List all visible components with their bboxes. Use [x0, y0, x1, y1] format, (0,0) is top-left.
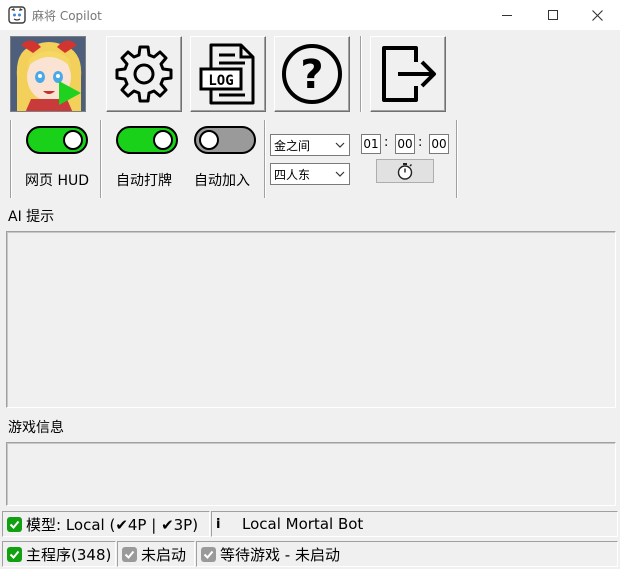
- minimize-button[interactable]: [484, 0, 530, 30]
- avatar-start-button[interactable]: [10, 36, 86, 112]
- game-status: 等待游戏 - 未启动: [196, 541, 618, 567]
- settings-button[interactable]: [106, 36, 182, 112]
- gear-icon: [115, 45, 173, 103]
- question-icon: ?: [282, 44, 342, 104]
- controls-separator: [100, 120, 102, 198]
- minimize-icon: [502, 15, 512, 16]
- web-hud-label: 网页 HUD: [25, 173, 90, 189]
- close-icon: [591, 9, 603, 21]
- help-button[interactable]: ?: [274, 36, 350, 112]
- toggle-knob: [63, 130, 83, 150]
- check-icon: [122, 546, 137, 562]
- timer-seconds-input[interactable]: 00: [429, 134, 449, 154]
- log-icon-text: LOG: [208, 73, 233, 89]
- auto-play-label: 自动打牌: [116, 173, 172, 189]
- bot-name-text: Local Mortal Bot: [242, 515, 364, 533]
- main-program-status: 主程序(348): [2, 541, 116, 567]
- controls-separator: [264, 120, 266, 198]
- stopwatch-icon: [397, 163, 413, 180]
- window-title: 麻将 Copilot: [32, 9, 102, 23]
- room-select-value: 金之间: [274, 139, 311, 153]
- ai-hint-panel: [6, 231, 616, 408]
- game-status-text: 等待游戏 - 未启动: [220, 545, 340, 564]
- timer-hours-input[interactable]: 01: [361, 134, 381, 154]
- web-hud-toggle[interactable]: [26, 126, 88, 154]
- chevron-down-icon: [335, 171, 345, 177]
- mode-select-value: 四人东: [274, 168, 311, 182]
- browser-status-text: 未启动: [141, 545, 187, 564]
- maximize-icon: [548, 10, 558, 20]
- browser-status: 未启动: [117, 541, 195, 567]
- check-icon: [201, 546, 216, 562]
- title-bar: 麻将 Copilot: [0, 0, 620, 30]
- auto-join-toggle[interactable]: [194, 126, 256, 154]
- ai-hint-label: AI 提示: [8, 209, 55, 225]
- toggle-knob: [199, 130, 219, 150]
- log-button[interactable]: LOG: [190, 36, 266, 112]
- app-cat-icon: [8, 6, 26, 24]
- log-file-icon: LOG: [199, 43, 255, 105]
- game-info-label: 游戏信息: [8, 420, 64, 436]
- auto-join-label: 自动加入: [194, 173, 250, 189]
- mode-select[interactable]: 四人东: [270, 163, 350, 185]
- toolbar-separator: [360, 36, 362, 112]
- avatar-play-icon: [11, 37, 85, 111]
- bot-status: i Local Mortal Bot: [211, 511, 618, 537]
- check-icon: [7, 546, 22, 562]
- auto-play-toggle[interactable]: [116, 126, 178, 154]
- timer-start-button[interactable]: [376, 159, 434, 183]
- timer-separator: :: [418, 135, 423, 150]
- info-icon: i: [216, 516, 221, 532]
- controls-separator: [10, 120, 12, 198]
- model-status-text: 模型: Local (✔4P | ✔3P): [26, 515, 199, 534]
- toggle-knob: [153, 130, 173, 150]
- maximize-button[interactable]: [530, 0, 576, 30]
- main-program-text: 主程序(348): [26, 545, 112, 564]
- close-button[interactable]: [574, 0, 620, 30]
- model-status: 模型: Local (✔4P | ✔3P): [2, 511, 210, 537]
- room-select[interactable]: 金之间: [270, 134, 350, 156]
- check-icon: [7, 516, 22, 532]
- chevron-down-icon: [335, 142, 345, 148]
- timer-separator: :: [384, 135, 389, 150]
- question-icon-text: ?: [300, 52, 323, 98]
- exit-icon: [382, 46, 436, 102]
- controls-separator: [456, 120, 458, 198]
- game-info-panel: [6, 442, 616, 506]
- timer-minutes-input[interactable]: 00: [395, 134, 415, 154]
- exit-button[interactable]: [370, 36, 446, 112]
